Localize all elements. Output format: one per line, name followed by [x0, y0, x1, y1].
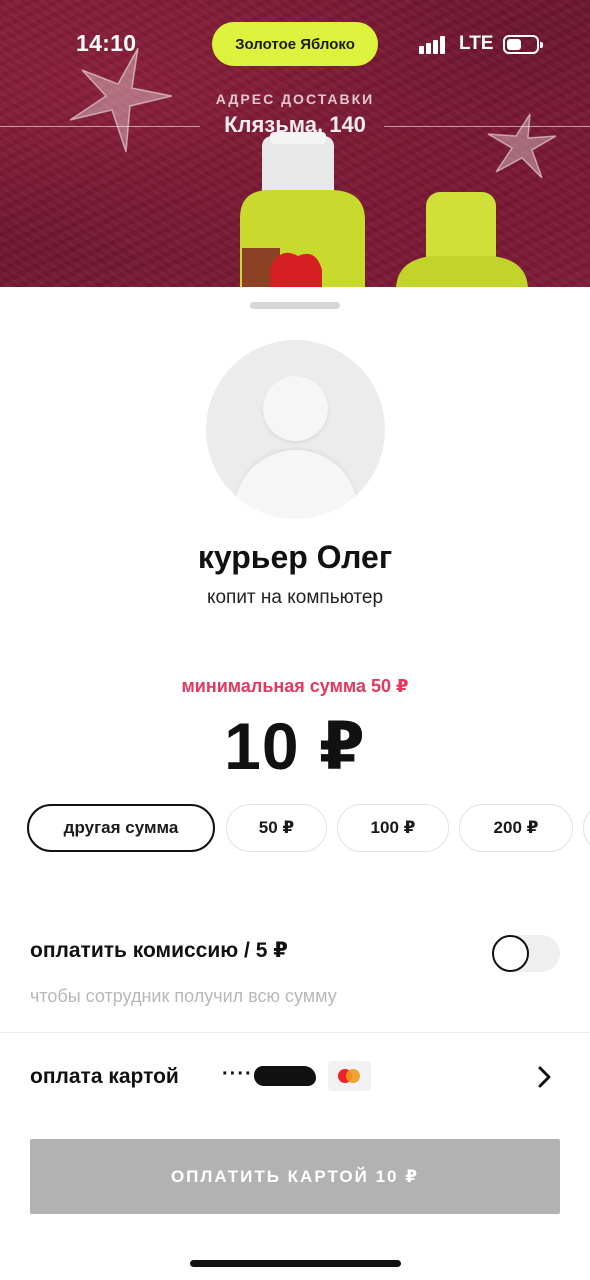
- chip-200[interactable]: 200 ₽: [459, 804, 573, 852]
- card-number-redacted: [254, 1066, 316, 1086]
- delivery-address[interactable]: Клязьма, 140: [0, 110, 590, 142]
- delivery-address-text: Клязьма, 140: [224, 112, 366, 137]
- chevron-right-icon[interactable]: [536, 1065, 554, 1089]
- avatar-head: [263, 376, 328, 441]
- avatar-body: [234, 450, 358, 519]
- status-time: 14:10: [76, 30, 137, 56]
- tip-amount[interactable]: 10 ₽: [0, 708, 590, 785]
- commission-toggle[interactable]: [492, 935, 560, 972]
- network-type: LTE: [459, 33, 494, 54]
- status-bar: 14:10 Золотое Яблоко LTE: [0, 0, 590, 90]
- avatar: [206, 340, 385, 519]
- courier-name: курьер Олег: [197, 539, 393, 575]
- commission-title: оплатить комиссию / 5 ₽: [30, 939, 288, 962]
- courier-goal: копит на компьютер: [206, 587, 384, 608]
- pay-by-card-button[interactable]: ОПЛАТИТЬ КАРТОЙ 10 ₽: [30, 1139, 560, 1214]
- header-banner: 14:10 Золотое Яблоко LTE АДРЕС ДОСТАВКИ …: [0, 0, 590, 290]
- sheet-grabber[interactable]: [250, 302, 340, 309]
- payment-method-row[interactable]: оплата картой ····: [0, 1057, 590, 1099]
- chip-100[interactable]: 100 ₽: [337, 804, 449, 852]
- payment-method-label: оплата картой: [30, 1065, 179, 1088]
- home-indicator[interactable]: [190, 1260, 401, 1267]
- product-image-bottle-left: [240, 132, 365, 290]
- chip-50[interactable]: 50 ₽: [226, 804, 327, 852]
- tip-sheet: курьер Олег копит на компьютер минимальн…: [0, 287, 590, 1280]
- chip-next-partial[interactable]: [583, 804, 590, 852]
- chip-other-amount[interactable]: другая сумма: [27, 804, 215, 852]
- cellular-signal-icon: [419, 36, 447, 54]
- store-name-pill[interactable]: Золотое Яблоко: [212, 22, 378, 66]
- commission-hint: чтобы сотрудник получил всю сумму: [30, 986, 337, 1006]
- toggle-knob: [492, 935, 529, 972]
- battery-icon: [503, 35, 543, 54]
- delivery-address-caption: АДРЕС ДОСТАВКИ: [215, 91, 375, 107]
- amount-chips: другая сумма 50 ₽ 100 ₽ 200 ₽: [0, 804, 590, 854]
- section-divider: [0, 1032, 590, 1033]
- product-image-bottle-right: [396, 192, 528, 290]
- mastercard-icon: [328, 1061, 371, 1091]
- minimum-sum-notice: минимальная сумма 50 ₽: [181, 676, 409, 696]
- card-mask-dots: ····: [222, 1063, 253, 1085]
